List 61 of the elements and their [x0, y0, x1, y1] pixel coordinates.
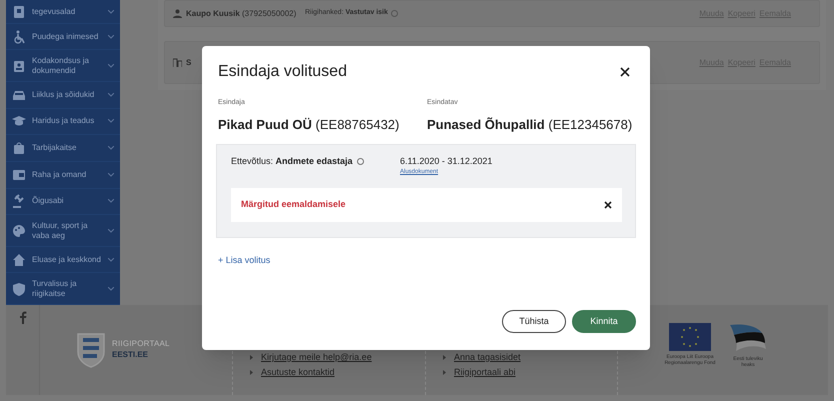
footer-link[interactable]: Anna tagasisidet	[454, 351, 521, 364]
chevron-down-icon	[108, 64, 114, 68]
footer-link[interactable]: Kirjutage meile help@ria.ee	[261, 351, 372, 364]
help-icon[interactable]	[356, 158, 364, 165]
close-icon[interactable]	[620, 67, 630, 77]
sidebar-item[interactable]: tegevusalad	[6, 2, 120, 24]
sidebar-item[interactable]: Eluase ja keskkond	[6, 246, 120, 274]
chevron-down-icon	[108, 172, 114, 177]
cancel-button[interactable]: Tühista	[502, 310, 566, 333]
facebook-icon[interactable]	[18, 311, 26, 324]
sidebar-item[interactable]: Raha ja omand	[6, 162, 120, 189]
shopping-bag-icon	[12, 141, 26, 156]
validity-period: 6.11.2020 - 31.12.2021	[400, 155, 492, 168]
sidebar-item[interactable]: Õigusabi	[6, 188, 120, 216]
person-name: S	[186, 56, 192, 68]
chevron-down-icon	[108, 10, 114, 14]
chevron-down-icon	[108, 119, 114, 124]
confirm-button[interactable]: Kinnita	[572, 310, 636, 333]
chevron-down-icon	[108, 34, 114, 39]
coat-of-arms-icon	[76, 332, 106, 368]
chevron-down-icon	[108, 258, 114, 262]
wallet-icon	[12, 168, 26, 182]
chevron-down-icon	[108, 286, 114, 291]
chevron-right-icon	[250, 370, 253, 375]
chevron-down-icon	[108, 92, 114, 97]
chevron-down-icon	[108, 146, 114, 150]
sidebar-item[interactable]: Puudega inimesed	[6, 24, 120, 50]
footer-link[interactable]: Riigiportaali abi	[454, 366, 516, 379]
removal-notice: Märgitud eemaldamisele	[241, 198, 346, 212]
building-icon	[173, 58, 182, 67]
document-icon	[12, 5, 26, 20]
person-icon	[173, 9, 182, 18]
remove-icon[interactable]	[604, 201, 612, 209]
logo-text: RIIGIPORTAAL	[112, 338, 170, 349]
id-card-icon	[12, 58, 26, 73]
party-name: Pikad Puud OÜ (EE88765432)	[218, 116, 400, 134]
chevron-right-icon	[250, 355, 253, 360]
dialog-title: Esindaja volitused	[218, 62, 347, 82]
add-permission-link[interactable]: + Lisa volitus	[218, 254, 270, 268]
gavel-icon	[12, 194, 26, 208]
permission-role: Ettevõtlus: Andmete edastaja	[231, 154, 353, 168]
house-icon	[12, 252, 26, 267]
footer-link[interactable]: Asutuste kontaktid	[261, 366, 335, 379]
wheelchair-icon	[12, 30, 26, 44]
sidebar-item[interactable]: Liiklus ja sõidukid	[6, 82, 120, 109]
graduation-cap-icon	[12, 114, 26, 128]
chevron-right-icon	[443, 370, 446, 375]
sidebar-item[interactable]: Kultuur, sport ja vaba aeg	[6, 215, 120, 247]
chevron-down-icon	[108, 228, 114, 233]
sidebar-item[interactable]: Tarbijakaitse	[6, 135, 120, 162]
shield-icon	[12, 282, 26, 296]
chevron-right-icon	[443, 355, 446, 360]
party-name: Punased Õhupallid (EE12345678)	[427, 116, 634, 134]
palette-icon	[12, 224, 26, 238]
flag-swoosh-icon	[728, 323, 768, 353]
sidebar-item[interactable]: Kodakondsus ja dokumendid	[6, 50, 120, 82]
logo-text: EESTI.EE	[112, 349, 150, 360]
eu-flag-icon	[669, 323, 711, 351]
sidebar-item[interactable]: Haridus ja teadus	[6, 108, 120, 136]
chevron-down-icon	[108, 199, 114, 204]
person-name: Kaupo Kuusik (37925050002)	[186, 8, 296, 20]
